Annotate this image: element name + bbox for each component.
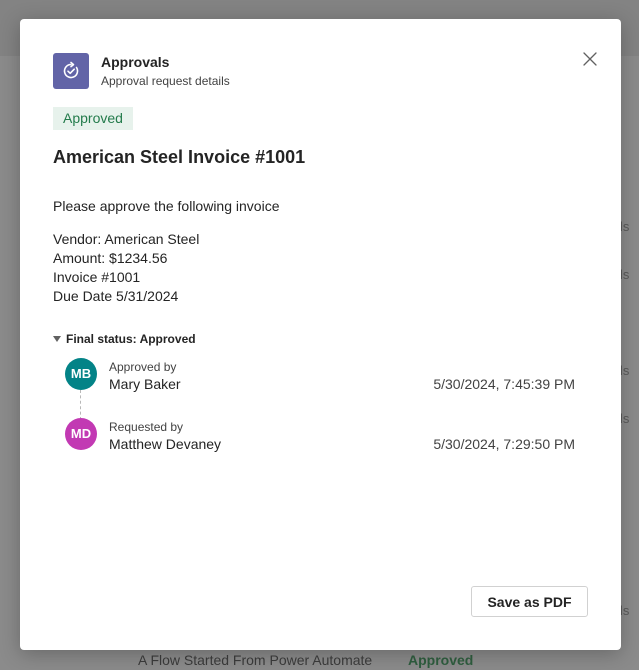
- background-row-fragment: ls: [620, 603, 630, 618]
- close-icon: [583, 52, 597, 66]
- approval-details-dialog: Approvals Approval request details Appro…: [20, 19, 621, 650]
- request-detail-vendor: Vendor: American Steel: [53, 231, 200, 247]
- requester-name: Matthew Devaney: [109, 436, 222, 452]
- approver-name: Mary Baker: [109, 376, 181, 392]
- approver-role: Approved by: [109, 360, 177, 374]
- background-row-fragment: ls: [620, 363, 630, 378]
- request-detail-due-date: Due Date 5/31/2024: [53, 288, 179, 304]
- request-detail-amount: Amount: $1234.56: [53, 250, 168, 266]
- background-row-fragment: ls: [620, 411, 630, 426]
- request-message: Please approve the following invoice: [53, 198, 280, 214]
- avatar: MD: [65, 418, 97, 450]
- approvals-icon: [53, 53, 89, 89]
- final-status-label: Final status: Approved: [66, 332, 196, 346]
- timeline-connector: [80, 390, 81, 420]
- background-row-fragment: ls: [620, 219, 630, 234]
- app-name: Approvals: [101, 54, 170, 70]
- background-row-status: Approved: [408, 652, 474, 668]
- approval-timestamp: 5/30/2024, 7:45:39 PM: [433, 376, 575, 392]
- save-as-pdf-button[interactable]: Save as PDF: [471, 586, 588, 617]
- avatar: MB: [65, 358, 97, 390]
- final-status-toggle[interactable]: Final status: Approved: [53, 332, 196, 346]
- background-row-title: A Flow Started From Power Automate: [138, 652, 373, 668]
- request-title: American Steel Invoice #1001: [53, 147, 306, 167]
- close-button[interactable]: [578, 47, 602, 71]
- app-subtitle: Approval request details: [101, 74, 230, 88]
- request-detail-invoice: Invoice #1001: [53, 269, 141, 285]
- background-row-fragment: ls: [620, 267, 630, 282]
- request-timestamp: 5/30/2024, 7:29:50 PM: [433, 436, 575, 452]
- caret-down-icon: [53, 336, 61, 342]
- requester-role: Requested by: [109, 420, 184, 434]
- status-badge: Approved: [53, 107, 133, 130]
